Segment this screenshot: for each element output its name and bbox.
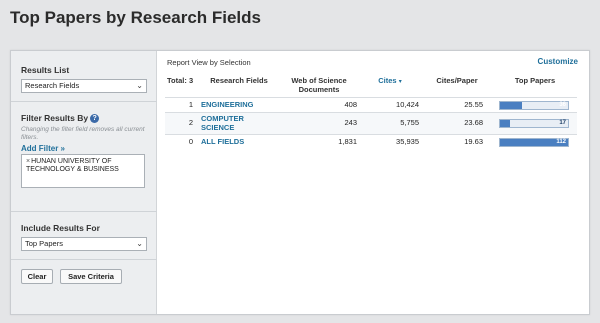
customize-link[interactable]: Customize [538, 57, 578, 66]
row-rank: 1 [165, 97, 199, 113]
help-icon[interactable]: ? [90, 114, 100, 124]
row-field-link[interactable]: ENGINEERING [199, 97, 279, 113]
include-results-value: Top Papers [25, 239, 63, 248]
col-header-cites-label: Cites [378, 76, 397, 85]
row-cites: 35,935 [359, 134, 421, 150]
top-papers-count: 36 [559, 101, 566, 108]
results-list-label: Results List [21, 65, 70, 75]
add-filter-link[interactable]: Add Filter » [21, 144, 65, 153]
table-row: 0 ALL FIELDS 1,831 35,935 19.63 112 [165, 134, 577, 150]
table-row: 2 COMPUTER SCIENCE 243 5,755 23.68 17 [165, 112, 577, 135]
row-documents: 243 [279, 112, 359, 135]
include-results-select[interactable]: Top Papers ⌄ [21, 237, 147, 251]
col-header-total: Total: 3 [167, 76, 194, 85]
top-papers-bar: 36 [499, 100, 569, 110]
row-cites: 5,755 [359, 112, 421, 135]
applied-filter-value: HUNAN UNIVERSITY OF TECHNOLOGY & BUSINES… [26, 158, 119, 173]
chevron-down-icon: ⌄ [136, 239, 143, 248]
row-field-link[interactable]: ALL FIELDS [199, 134, 279, 150]
results-list-value: Research Fields [25, 81, 80, 90]
sort-desc-icon: ▾ [398, 79, 402, 85]
row-top-papers[interactable]: 17 [493, 112, 577, 135]
top-papers-bar: 17 [499, 119, 569, 128]
row-rank: 2 [165, 112, 199, 135]
col-header-documents[interactable]: Web of Science Documents [279, 74, 359, 98]
remove-filter-icon[interactable]: × [26, 158, 30, 165]
report-main: Report View by Selection Customize Total… [158, 51, 590, 314]
col-header-research-fields[interactable]: Research Fields [199, 74, 279, 98]
row-cites-per-paper: 25.55 [421, 97, 493, 113]
chevron-down-icon: ⌄ [136, 81, 143, 90]
row-field-link[interactable]: COMPUTER SCIENCE [199, 112, 279, 135]
top-papers-bar-fill [500, 101, 522, 109]
applied-filter-box: ×HUNAN UNIVERSITY OF TECHNOLOGY & BUSINE… [21, 154, 145, 188]
top-papers-bar-fill [500, 120, 511, 127]
col-header-cites-per-paper[interactable]: Cites/Paper [421, 74, 493, 98]
top-papers-count: 17 [559, 120, 566, 126]
filter-results-text: Filter Results By [21, 113, 89, 123]
results-list-select[interactable]: Research Fields ⌄ [21, 79, 147, 93]
report-view-label: Report View by Selection [167, 58, 251, 67]
filter-results-label: Filter Results By? [21, 113, 100, 124]
table-row: 1 ENGINEERING 408 10,424 25.55 36 [165, 97, 577, 113]
row-cites-per-paper: 19.63 [421, 134, 493, 150]
sidebar-divider [11, 259, 157, 260]
top-papers-bar: 112 [499, 137, 569, 147]
top-papers-count: 112 [556, 138, 566, 145]
row-cites-per-paper: 23.68 [421, 112, 493, 135]
row-rank: 0 [165, 134, 199, 150]
sidebar: Results List Research Fields ⌄ Filter Re… [11, 51, 157, 314]
row-documents: 408 [279, 97, 359, 113]
col-header-top-papers[interactable]: Top Papers [493, 74, 577, 98]
results-table: Total: 3 Research Fields Web of Science … [165, 74, 577, 150]
row-documents: 1,831 [279, 134, 359, 150]
row-top-papers[interactable]: 112 [493, 134, 577, 150]
clear-button[interactable]: Clear [21, 269, 53, 284]
save-criteria-button[interactable]: Save Criteria [60, 269, 122, 284]
report-panel: Results List Research Fields ⌄ Filter Re… [10, 50, 590, 315]
row-cites: 10,424 [359, 97, 421, 113]
sidebar-divider [11, 101, 157, 102]
page-title: Top Papers by Research Fields [10, 8, 261, 27]
filter-hint: Changing the filter field removes all cu… [21, 126, 145, 141]
col-header-cites[interactable]: Cites ▾ [359, 74, 421, 98]
sidebar-divider [11, 211, 157, 212]
include-results-label: Include Results For [21, 223, 100, 233]
row-top-papers[interactable]: 36 [493, 97, 577, 113]
